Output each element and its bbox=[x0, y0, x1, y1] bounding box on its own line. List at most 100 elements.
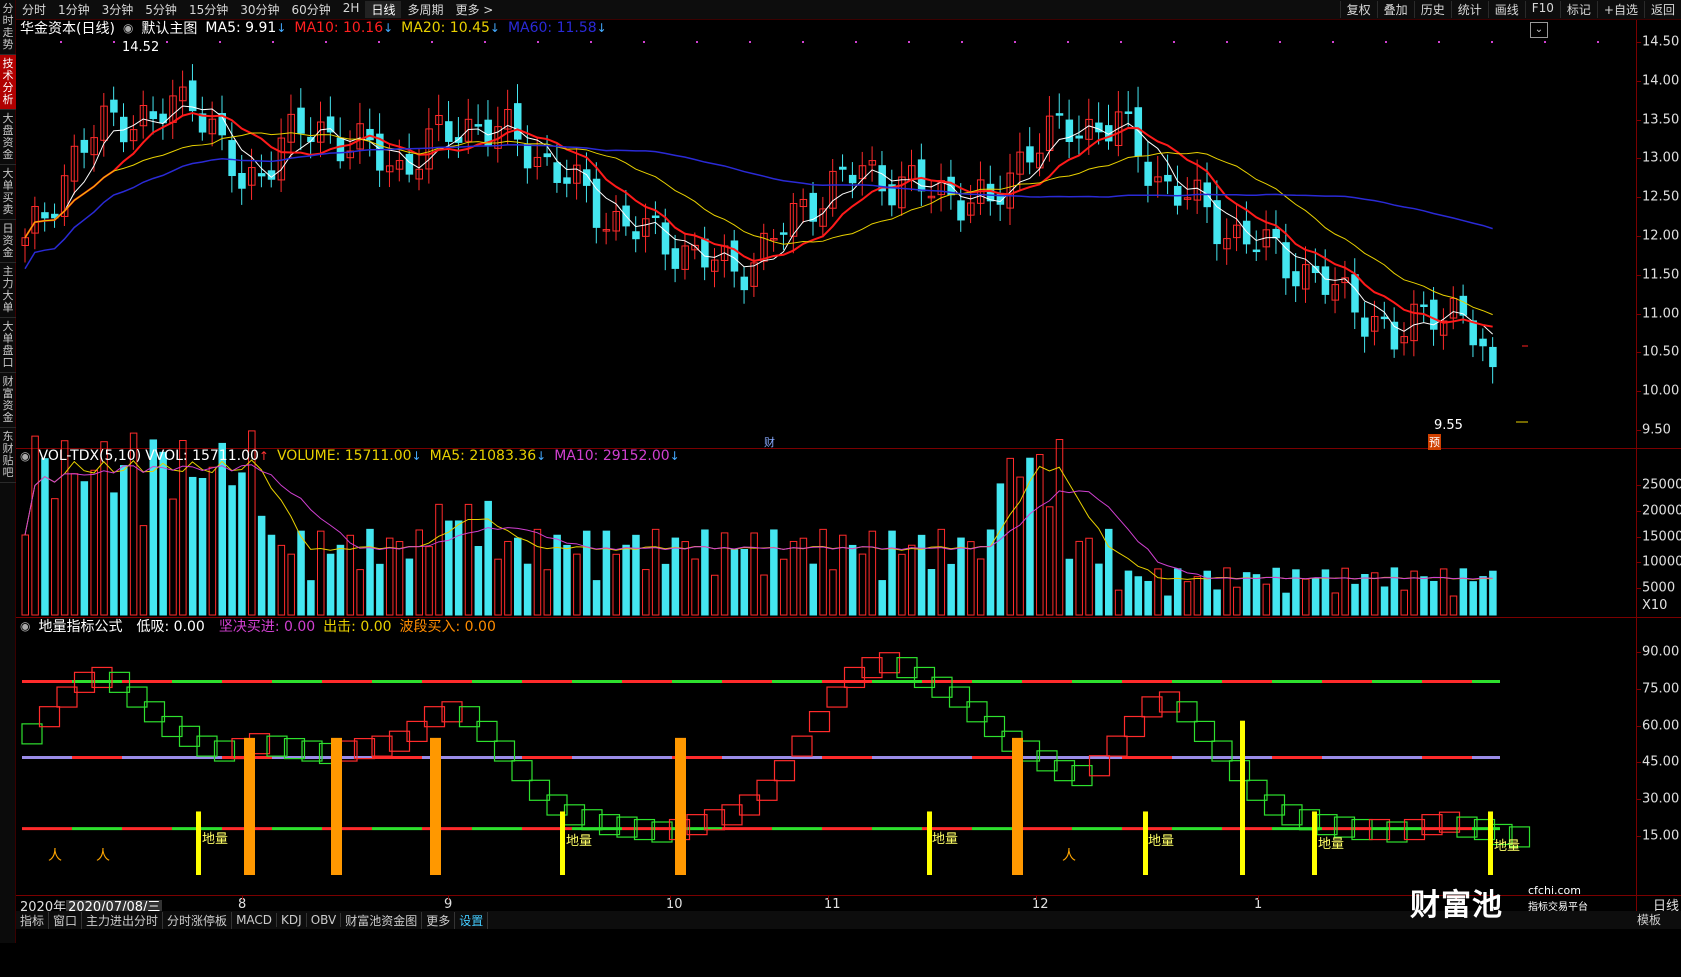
vvol-value: VVOL: 15711.00 bbox=[145, 448, 259, 464]
axis-tick-label: 30.00 bbox=[1642, 791, 1680, 807]
top-marker-dot bbox=[1544, 41, 1546, 43]
axis-tick-label: 14.00 bbox=[1642, 73, 1680, 89]
signal-bar bbox=[331, 737, 342, 875]
candle-body bbox=[1026, 146, 1034, 163]
candle-body bbox=[1134, 107, 1143, 157]
bottom-tab-9[interactable]: 设置 bbox=[455, 911, 489, 929]
volume-bar bbox=[1016, 476, 1024, 616]
volume-bar bbox=[1420, 576, 1428, 616]
candlestick-chart[interactable]: 地量 地量 地量 地量 地量 地量人 人 人 bbox=[0, 0, 1681, 977]
volume-bar bbox=[287, 553, 295, 616]
volume-bar bbox=[1282, 592, 1290, 616]
volume-bar bbox=[1370, 572, 1379, 616]
volume-bar bbox=[1213, 589, 1221, 616]
volume-bar bbox=[484, 500, 492, 616]
volume-bar bbox=[701, 529, 709, 616]
forecast-marker[interactable]: 预 bbox=[1428, 434, 1441, 450]
axis-tick-mark bbox=[1636, 762, 1641, 764]
volume-bar bbox=[169, 498, 177, 616]
volume-bar bbox=[661, 563, 670, 616]
axis-tick-mark bbox=[1636, 197, 1641, 199]
collapse-icon[interactable]: ◉ bbox=[20, 449, 30, 463]
volume-bar bbox=[415, 529, 423, 616]
volume-bar bbox=[917, 534, 926, 616]
bottom-tab-7[interactable]: 财富池资金图 bbox=[341, 911, 423, 929]
signal-bar bbox=[1240, 720, 1245, 875]
volume-bar bbox=[1252, 574, 1261, 616]
candle-body bbox=[454, 137, 463, 143]
volume-bar bbox=[346, 534, 355, 616]
volume-bar bbox=[1095, 563, 1103, 616]
volume-bar bbox=[385, 537, 394, 616]
axis-tick-mark bbox=[1636, 562, 1641, 564]
candle-body bbox=[1361, 317, 1369, 337]
date-tick bbox=[1258, 896, 1259, 900]
candle-body bbox=[1164, 174, 1172, 182]
candle-body bbox=[839, 166, 847, 170]
volume-bar bbox=[1193, 576, 1202, 616]
indicator-axis: 90.00 75.00 60.00 45.00 30.00 15.00 bbox=[1636, 618, 1681, 895]
oscillator-box bbox=[791, 735, 813, 757]
ma5-line bbox=[24, 105, 1493, 335]
oscillator-box bbox=[1228, 760, 1251, 782]
top-marker-dot bbox=[60, 41, 62, 43]
volume-bar bbox=[90, 469, 98, 616]
volume-bar bbox=[878, 580, 886, 616]
template-button[interactable]: 模板 bbox=[1637, 911, 1661, 928]
date-tick bbox=[670, 896, 671, 900]
diliang-label: 地量 bbox=[202, 832, 228, 847]
signal-bar bbox=[560, 811, 565, 875]
indicator-name[interactable]: 地量指标公式 bbox=[38, 616, 122, 636]
volume-bar bbox=[1331, 592, 1340, 616]
axis-tick-mark bbox=[1636, 510, 1641, 512]
bottom-tab-5[interactable]: KDJ bbox=[277, 913, 307, 927]
top-marker-dot bbox=[484, 41, 486, 43]
axis-tick-label: 11.00 bbox=[1642, 306, 1680, 322]
axis-tick-mark bbox=[1636, 430, 1641, 431]
bottom-tab-2[interactable]: 主力进出分时 bbox=[82, 911, 164, 929]
bottom-tab-6[interactable]: OBV bbox=[307, 913, 342, 927]
bottom-tab-0[interactable]: 指标 bbox=[16, 911, 50, 929]
brand-logo: 财富池 bbox=[1410, 888, 1503, 923]
vol-ma5-value: MA5: 21083.36 bbox=[429, 448, 537, 464]
ma60-line bbox=[24, 144, 1493, 270]
volume-bar bbox=[1144, 580, 1152, 616]
axis-tick-mark bbox=[1636, 588, 1641, 589]
volume-bar bbox=[60, 440, 69, 616]
volume-bar bbox=[1400, 589, 1408, 616]
volume-bar bbox=[1272, 567, 1280, 616]
top-marker-dot bbox=[1385, 41, 1387, 43]
candle-body bbox=[80, 139, 89, 153]
volume-bar bbox=[139, 525, 148, 616]
top-marker-dot bbox=[590, 41, 592, 43]
candle-body bbox=[1272, 228, 1280, 239]
candle-body bbox=[228, 140, 236, 177]
volume-bar bbox=[1479, 576, 1487, 616]
date-tick bbox=[448, 896, 449, 900]
jianjue-value: 坚决买进: 0.00 bbox=[218, 619, 316, 635]
bottom-tab-3[interactable]: 分时涨停板 bbox=[163, 911, 233, 929]
bottom-tab-1[interactable]: 窗口 bbox=[49, 911, 83, 929]
collapse-icon[interactable]: ◉ bbox=[20, 619, 30, 633]
volume-bar bbox=[317, 530, 325, 616]
top-marker-dot bbox=[643, 41, 645, 43]
volume-bar bbox=[1430, 580, 1438, 616]
candle-body bbox=[523, 144, 532, 169]
bottom-tab-8[interactable]: 更多 bbox=[422, 911, 456, 929]
top-marker-dot bbox=[537, 41, 539, 43]
volume-bar bbox=[947, 563, 955, 616]
volume-bar bbox=[573, 553, 581, 616]
volume-bar bbox=[1292, 569, 1300, 616]
volume-bar bbox=[868, 530, 877, 616]
volume-indicator-name[interactable]: VOL-TDX(5,10) bbox=[38, 448, 141, 464]
volume-bar bbox=[1439, 568, 1448, 616]
finance-marker[interactable]: 财 bbox=[764, 434, 775, 450]
bottom-tab-4[interactable]: MACD bbox=[232, 913, 278, 927]
date-tick bbox=[242, 896, 243, 900]
candle-body bbox=[671, 248, 680, 269]
volume-bar bbox=[277, 544, 286, 616]
chuji-value: 出击: 0.00 bbox=[323, 619, 392, 635]
axis-tick-label: 15.00 bbox=[1642, 828, 1680, 844]
volume-bar bbox=[435, 503, 443, 616]
axis-tick-label: 5000 bbox=[1642, 580, 1676, 596]
